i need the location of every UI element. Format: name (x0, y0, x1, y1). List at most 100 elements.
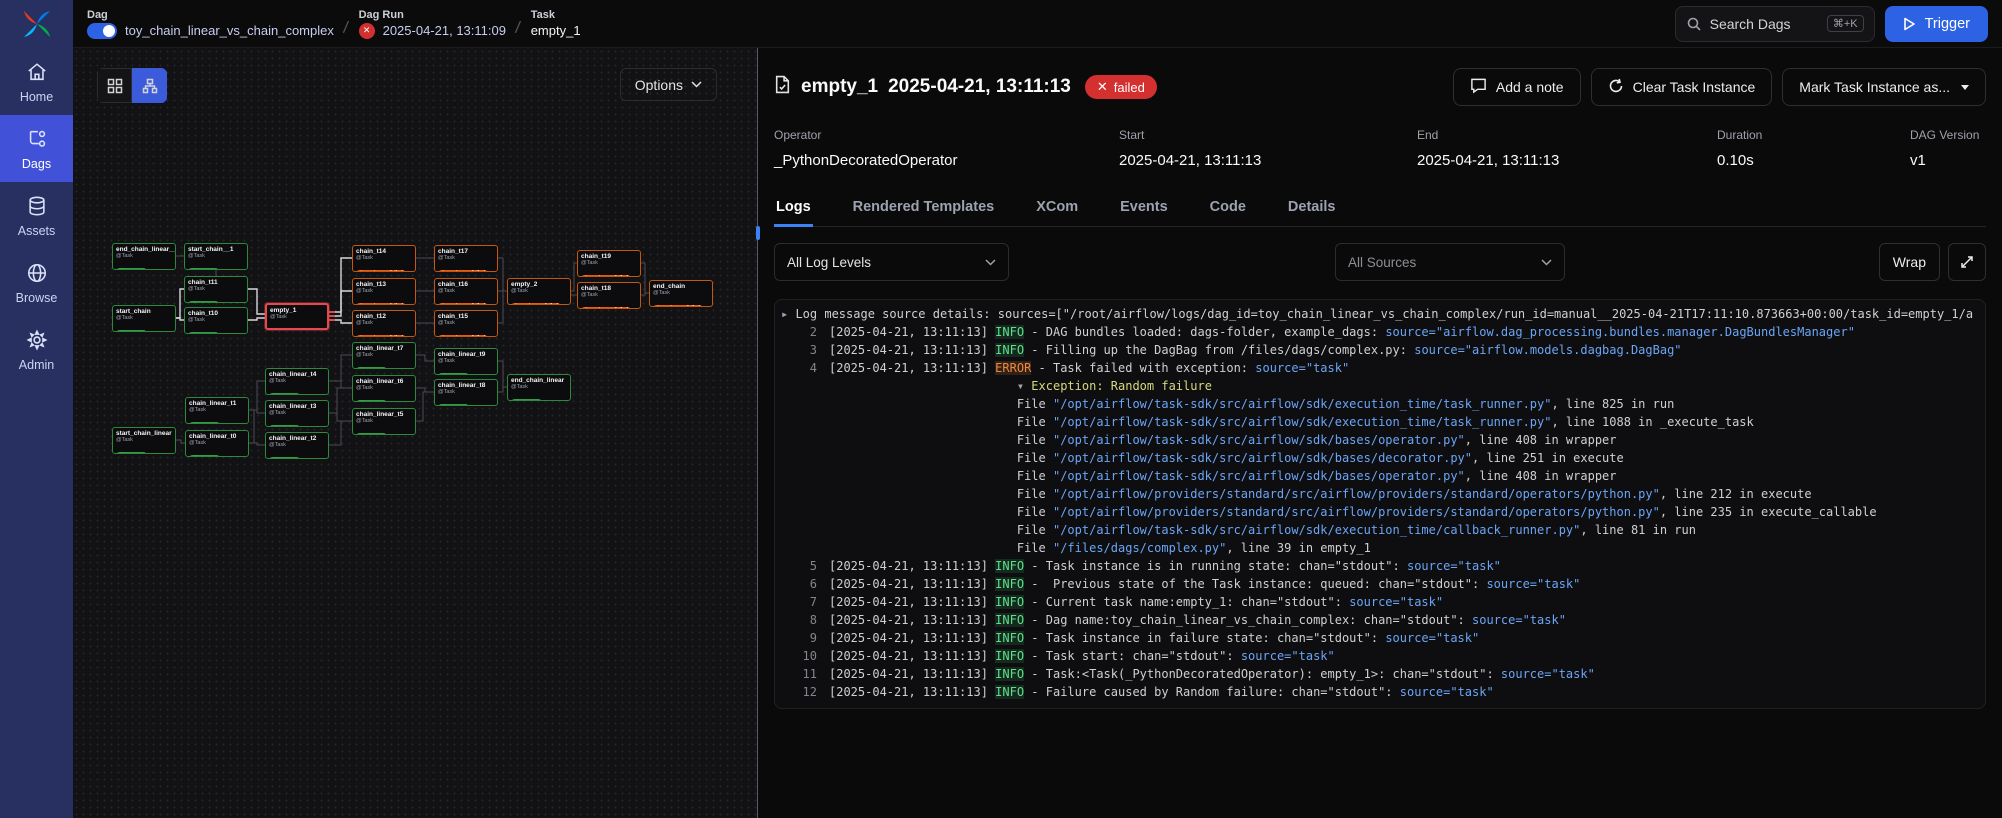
sidebar-item-label: Dags (22, 157, 51, 171)
dag-node-start_chain_linear[interactable]: start_chain_linear@Task✓ success (112, 427, 176, 454)
sidebar-nav: Home Dags AssetsBrowseAdmin (0, 48, 73, 383)
log-line: File "/opt/airflow/providers/standard/sr… (781, 485, 1979, 503)
grid-view-button[interactable] (97, 68, 132, 103)
tab-events[interactable]: Events (1118, 193, 1170, 226)
log-line: 5[2025-04-21, 13:11:13] INFO - Task inst… (781, 557, 1979, 575)
panel-resize-grip[interactable] (756, 226, 760, 240)
dag-node-chain_linear_t3[interactable]: chain_linear_t3@Task✓ success (265, 400, 329, 427)
sidebar-item-home[interactable]: Home (0, 48, 73, 115)
log-line: 8[2025-04-21, 13:11:13] INFO - Dag name:… (781, 611, 1979, 629)
node-state-pill-wrap: ✓ success (511, 390, 567, 401)
log-line: ▸ Log message source details: sources=["… (781, 305, 1979, 323)
dag-name-link[interactable]: toy_chain_linear_vs_chain_complex (125, 23, 334, 38)
sidebar-item-dags[interactable]: Dags (0, 115, 73, 182)
dag-node-chain_t12[interactable]: chain_t12@Task⊘ upstream_failed (352, 310, 416, 337)
dag-node-chain_t17[interactable]: chain_t17@Task⊘ upstream_failed (434, 245, 498, 272)
dag-node-chain_linear_t2[interactable]: chain_linear_t2@Task✓ success (265, 432, 329, 459)
trigger-button[interactable]: Trigger (1885, 6, 1988, 42)
sidebar: Home Dags AssetsBrowseAdmin (0, 0, 73, 818)
meta-label: DAG Version (1910, 128, 1986, 142)
tab-rendered-templates[interactable]: Rendered Templates (851, 193, 997, 226)
tab-details[interactable]: Details (1286, 193, 1338, 226)
node-title: chain_t16 (438, 281, 494, 288)
search-dags-input[interactable]: Search Dags ⌘+K (1675, 6, 1875, 42)
node-title: chain_linear_t5 (356, 411, 412, 418)
dag-node-chain_t14[interactable]: chain_t14@Task⊘ upstream_failed (352, 245, 416, 272)
dag-node-chain_t18[interactable]: chain_t18@Task⊘ upstream_failed (577, 282, 641, 309)
wrap-button[interactable]: Wrap (1879, 243, 1940, 281)
panel-resize-divider[interactable] (757, 48, 758, 818)
dag-run-link[interactable]: 2025-04-21, 13:11:09 (383, 23, 506, 38)
log-line-content: [2025-04-21, 13:11:13] INFO - Task start… (829, 649, 1335, 663)
dag-node-chain_linear_t5[interactable]: chain_linear_t5@Task✓ success (352, 408, 416, 435)
log-line-content: File "/opt/airflow/task-sdk/src/airflow/… (829, 433, 1617, 447)
sidebar-item-browse[interactable]: Browse (0, 249, 73, 316)
node-state-pill-wrap: ✓ success (438, 364, 494, 375)
log-line-number: 12 (781, 685, 817, 699)
fullscreen-button[interactable] (1948, 243, 1986, 281)
log-line: File "/opt/airflow/task-sdk/src/airflow/… (781, 521, 1979, 539)
breadcrumb-separator: / (332, 8, 360, 39)
add-note-label: Add a note (1496, 79, 1564, 95)
log-line-content: File "/opt/airflow/task-sdk/src/airflow/… (829, 415, 1754, 429)
dag-node-chain_t11[interactable]: chain_t11@Task✓ success (184, 276, 248, 303)
log-line: File "/opt/airflow/providers/standard/sr… (781, 503, 1979, 521)
dag-node-chain_t13[interactable]: chain_t13@Task⊘ upstream_failed (352, 278, 416, 305)
node-state-badge: ✓ success (269, 457, 300, 459)
dag-node-chain_t16[interactable]: chain_t16@Task⊘ upstream_failed (434, 278, 498, 305)
log-source-select[interactable]: All Sources (1335, 243, 1565, 281)
sidebar-item-assets[interactable]: Assets (0, 182, 73, 249)
dag-graph-panel[interactable]: Options end_chain_linear__1@Task✓ succes… (73, 48, 757, 818)
breadcrumb-dag-run: Dag Run ✕ 2025-04-21, 13:11:09 (359, 9, 506, 39)
node-state-badge: ⊘ upstream_failed (438, 335, 488, 337)
dag-node-chain_t10[interactable]: chain_t10@Task✓ success (184, 307, 248, 334)
log-viewer[interactable]: ▸ Log message source details: sources=["… (774, 299, 1986, 709)
log-expand-caret[interactable]: ▾ (1017, 379, 1031, 393)
mark-task-instance-as-button[interactable]: Mark Task Instance as... (1782, 68, 1986, 106)
node-state-badge: ⊘ upstream_failed (438, 270, 488, 272)
tab-logs[interactable]: Logs (774, 193, 813, 226)
dag-node-end_chain_linear__1[interactable]: end_chain_linear__1@Task✓ success (112, 243, 176, 270)
dag-node-chain_linear_t1[interactable]: chain_linear_t1@Task✓ success (185, 397, 249, 424)
graph-icon (142, 78, 158, 94)
clear-task-instance-button[interactable]: Clear Task Instance (1591, 68, 1773, 106)
dag-node-chain_linear_t4[interactable]: chain_linear_t4@Task✓ success (265, 368, 329, 395)
log-level-select[interactable]: All Log Levels (774, 243, 1009, 281)
dag-node-start_chain__1[interactable]: start_chain__1@Task✓ success (184, 243, 248, 270)
add-note-button[interactable]: Add a note (1453, 68, 1581, 106)
node-title: end_chain (653, 283, 709, 290)
airflow-logo[interactable] (0, 0, 73, 48)
mark-task-instance-as-label: Mark Task Instance as... (1799, 79, 1950, 95)
node-title: chain_linear_t9 (438, 351, 494, 358)
dag-node-end_chain_linear[interactable]: end_chain_linear@Task✓ success (507, 374, 571, 401)
dag-node-chain_linear_t9[interactable]: chain_linear_t9@Task✓ success (434, 348, 498, 375)
node-state-pill-wrap: ⊘ upstream_failed (581, 298, 637, 309)
graph-view-button[interactable] (132, 68, 167, 103)
dag-node-start_chain[interactable]: start_chain@Task✓ success (112, 305, 176, 332)
tab-xcom[interactable]: XCom (1034, 193, 1080, 226)
log-line-content: [2025-04-21, 13:11:13] ERROR - Task fail… (829, 361, 1349, 375)
tab-code[interactable]: Code (1208, 193, 1248, 226)
dag-node-chain_linear_t0[interactable]: chain_linear_t0@Task✓ success (185, 430, 249, 457)
node-state-pill-wrap: ✓ success (438, 395, 494, 406)
dag-node-chain_linear_t7[interactable]: chain_linear_t7@Task✓ success (352, 342, 416, 369)
dag-node-chain_linear_t6[interactable]: chain_linear_t6@Task✓ success (352, 375, 416, 402)
log-line-content: [2025-04-21, 13:11:13] INFO - Task insta… (829, 631, 1479, 645)
dag-run-label: Dag Run (359, 9, 506, 21)
dag-node-chain_t19[interactable]: chain_t19@Task⊘ upstream_failed (577, 250, 641, 277)
dag-pause-toggle[interactable] (87, 23, 117, 39)
dag-node-empty_1[interactable]: empty_1@Task✕ failed (265, 303, 329, 330)
node-title: chain_t14 (356, 248, 412, 255)
node-state-pill-wrap: ✓ success (188, 259, 244, 270)
meta-dag-version: DAG Versionv1 (1910, 128, 1986, 169)
node-state-pill-wrap: ✓ success (269, 416, 325, 427)
sidebar-item-admin[interactable]: Admin (0, 316, 73, 383)
dag-node-chain_linear_t8[interactable]: chain_linear_t8@Task✓ success (434, 379, 498, 406)
dag-node-empty_2[interactable]: empty_2@Task⊘ upstream_failed (507, 278, 571, 305)
dag-node-chain_t15[interactable]: chain_t15@Task⊘ upstream_failed (434, 310, 498, 337)
graph-options-button[interactable]: Options (620, 68, 717, 101)
node-title: chain_t15 (438, 313, 494, 320)
log-expand-caret[interactable]: ▸ (781, 307, 795, 321)
log-line-content: [2025-04-21, 13:11:13] INFO - Task insta… (829, 559, 1501, 573)
dag-node-end_chain[interactable]: end_chain@Task⊘ upstream_failed (649, 280, 713, 307)
